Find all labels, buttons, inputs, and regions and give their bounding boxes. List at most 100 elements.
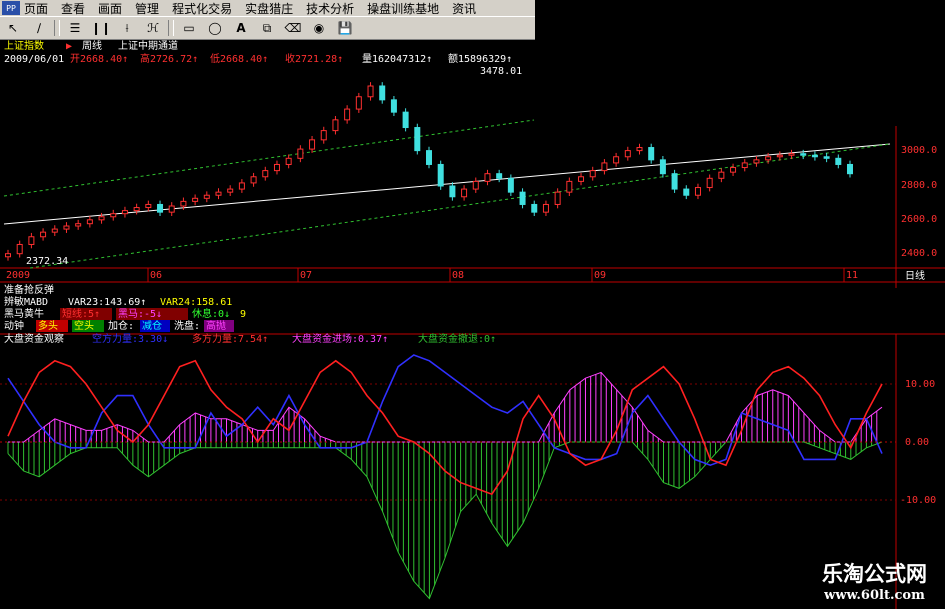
copy-icon[interactable]: ⧉ (256, 19, 278, 37)
y-tick: 2400.0 (901, 248, 937, 259)
text-icon[interactable]: A (230, 19, 252, 37)
candle-body (531, 203, 538, 213)
lock-icon[interactable]: ◉ (308, 19, 330, 37)
capflow-name[interactable]: 大盘资金观察 (4, 332, 64, 345)
eraser-icon[interactable]: ⌫ (282, 19, 304, 37)
candle-body (683, 188, 690, 196)
menu-item-news[interactable]: 资讯 (452, 0, 476, 17)
candle-body (367, 85, 374, 98)
main-y-ticks: 3000.0 2800.0 2600.0 2400.0 (901, 145, 937, 259)
channel-icon[interactable]: ☰ (64, 19, 86, 37)
menu-item-hunter[interactable]: 实盘猎庄 (245, 0, 293, 17)
fan-lines-icon[interactable]: ❙❙ (90, 19, 112, 37)
save-icon[interactable]: 💾 (334, 19, 356, 37)
menu-bar: PP 页面 查看 画面 管理 程式化交易 实盘猎庄 技术分析 操盘训练基地 资讯 (0, 0, 535, 16)
mabd-var23: VAR23:143.69↑ (68, 297, 146, 308)
x-ticks: 2009 06 07 08 09 11 日线 (6, 268, 925, 282)
candle-body (355, 96, 362, 110)
menu-item-manage[interactable]: 管理 (135, 0, 159, 17)
candle-body (121, 210, 128, 215)
watermark-title: 乐淘公式网 (822, 562, 927, 586)
candle-body (741, 162, 748, 169)
candle-body (203, 194, 210, 199)
x-tick: 11 (846, 270, 858, 281)
header-close: 收2721.28↑ (285, 52, 343, 65)
heima-extra: 9 (240, 309, 246, 320)
toolbar-separator (54, 20, 60, 36)
candle-body (63, 225, 70, 230)
channel-upper-line (3, 119, 535, 197)
candle-body (636, 147, 643, 152)
candle-body (765, 156, 772, 161)
sub-y-tick: 0.00 (905, 437, 929, 448)
candle-body (51, 228, 58, 233)
candle-body (484, 173, 491, 182)
x-tick: 08 (452, 270, 464, 281)
candle-body (566, 180, 573, 193)
candle-body (227, 188, 234, 193)
line-icon[interactable]: ∕ (28, 19, 50, 37)
candle-body (811, 154, 818, 158)
candle-body (496, 173, 503, 179)
heima-name[interactable]: 黑马黄牛 (4, 307, 44, 320)
x-tick: 2009 (6, 270, 30, 281)
ellipse-icon[interactable]: ◯ (204, 19, 226, 37)
menu-item-technical-analysis[interactable]: 技术分析 (306, 0, 354, 17)
gann-fan-icon[interactable]: ⟊ (116, 19, 138, 37)
capflow-bear: 空方力量:3.30↓ (92, 332, 168, 345)
formula-name[interactable]: 上证中期通道 (118, 39, 178, 52)
candle-body (706, 177, 713, 189)
x-tick: 09 (594, 270, 606, 281)
candle-body (847, 163, 853, 175)
dongzhong-reduce: 减仓 (142, 319, 162, 332)
candle-body (730, 167, 737, 173)
menu-item-canvas[interactable]: 画面 (98, 0, 122, 17)
candle-body (168, 205, 175, 213)
menu-item-program-trading[interactable]: 程式化交易 (172, 0, 232, 17)
y-tick: 3000.0 (901, 145, 937, 156)
menu-item-view[interactable]: 查看 (61, 0, 85, 17)
stock-chart[interactable]: 上证指数 ▶ 周线 上证中期通道 2009/06/01 开2668.40↑ 高2… (0, 38, 945, 609)
menu-item-page[interactable]: 页面 (24, 0, 48, 17)
capflow-in: 大盘资金进场:0.37↑ (292, 332, 388, 345)
index-name: 上证指数 (4, 39, 44, 52)
candlestick-series (5, 82, 853, 261)
candle-body (589, 170, 596, 178)
parallel-lines-icon[interactable]: ℋ (142, 19, 164, 37)
candle-body (461, 188, 468, 198)
mabd-name[interactable]: 辨敏MABD (4, 295, 48, 308)
high-annotation: 3478.01 (480, 66, 522, 77)
period-tag[interactable]: 日线 (905, 269, 925, 282)
app-logo-icon: PP (2, 1, 20, 15)
candle-body (578, 176, 585, 182)
candle-body (800, 153, 807, 156)
candle-body (238, 182, 245, 190)
period-label[interactable]: 周线 (82, 39, 102, 52)
candle-body (86, 219, 93, 225)
rectangle-icon[interactable]: ▭ (178, 19, 200, 37)
heima-black: 黑马:-5↓ (118, 308, 162, 320)
candle-body (215, 191, 222, 196)
dongzhong-short: 空头 (74, 319, 94, 332)
header-high: 高2726.72↑ (140, 52, 198, 65)
cursor-icon[interactable]: ↖ (2, 19, 24, 37)
candle-body (157, 203, 164, 213)
candle-body (250, 176, 257, 184)
toolbar-separator (168, 20, 174, 36)
candle-body (16, 243, 23, 255)
candle-body (835, 157, 842, 165)
mabd-var24: VAR24:158.61 (160, 297, 232, 308)
x-tick: 07 (300, 270, 312, 281)
candle-body (788, 153, 795, 156)
sub-y-tick: -10.00 (900, 495, 936, 506)
candle-body (180, 200, 187, 207)
capflow-bull: 多方力量:7.54↑ (192, 332, 268, 345)
candle-body (823, 156, 830, 159)
menu-item-training[interactable]: 操盘训练基地 (367, 0, 439, 17)
candle-body (285, 157, 292, 165)
candle-body (309, 139, 316, 150)
heima-short: 短线:5↑ (62, 307, 100, 320)
heima-rest: 休息:0↓ (192, 307, 230, 320)
dongzhong-name[interactable]: 动钟 (4, 319, 24, 332)
candle-body (613, 156, 620, 164)
